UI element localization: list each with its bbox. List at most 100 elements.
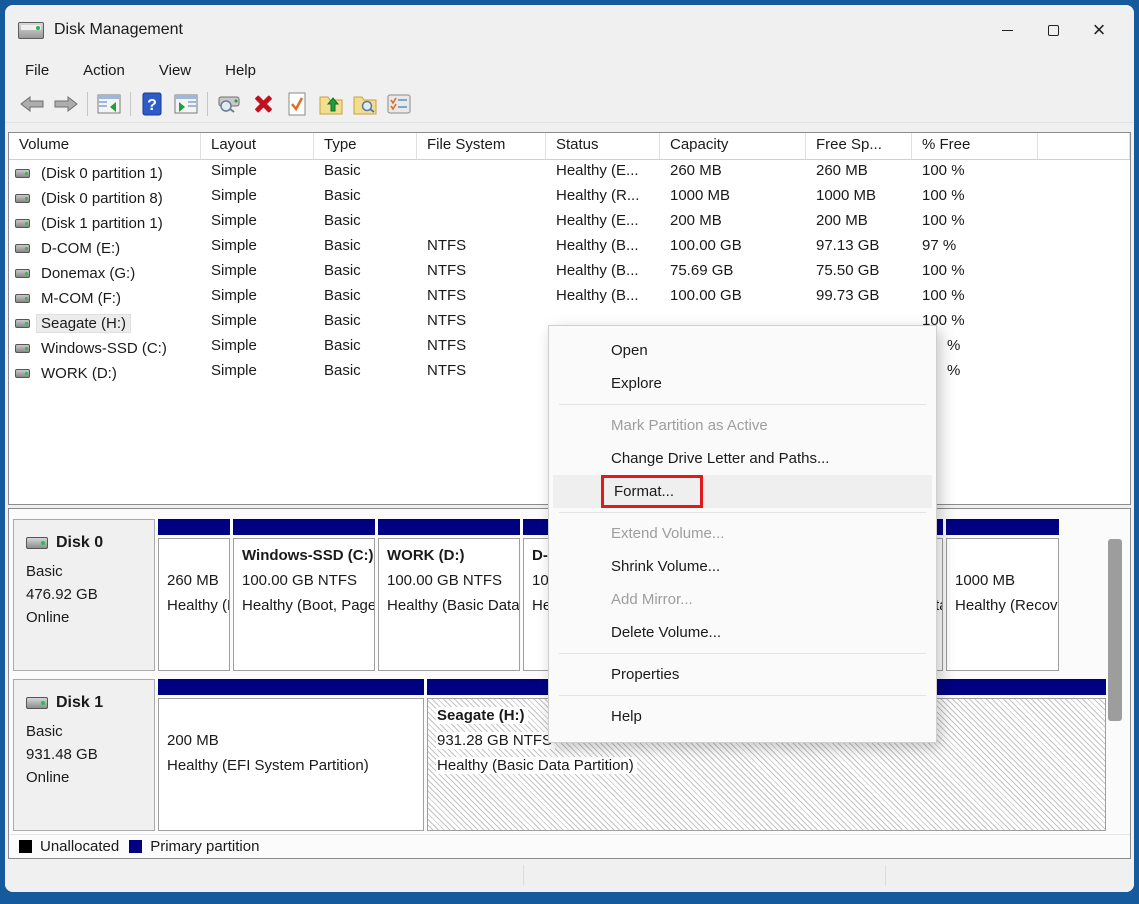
- volume-name: (Disk 0 partition 8): [41, 190, 163, 207]
- menu-help[interactable]: Help: [221, 60, 260, 81]
- disk-kind: Basic: [26, 563, 63, 580]
- menu-item-format[interactable]: Format...: [553, 475, 932, 508]
- volume-name: (Disk 1 partition 1): [41, 215, 163, 232]
- menu-file[interactable]: File: [21, 60, 53, 81]
- action-pane-window-icon[interactable]: [169, 89, 203, 119]
- partition-color-bar: [158, 679, 424, 695]
- partition-block[interactable]: Windows-SSD (C:) 100.00 GB NTFS Healthy …: [233, 519, 375, 671]
- help-icon[interactable]: ?: [135, 89, 169, 119]
- volume-name: D-COM (E:): [41, 240, 121, 257]
- forward-arrow-icon[interactable]: [49, 89, 83, 119]
- vertical-scrollbar-thumb[interactable]: [1108, 539, 1122, 721]
- legend-item: Unallocated: [19, 838, 119, 855]
- minimize-icon: [1001, 29, 1013, 31]
- partition-block[interactable]: 1000 MB Healthy (Recovery Partition): [946, 519, 1059, 671]
- volume-disk-icon: [15, 194, 30, 203]
- table-row[interactable]: (Disk 1 partition 1) Simple Basic Health…: [9, 210, 1130, 235]
- volume-disk-icon: [15, 269, 30, 278]
- column-header[interactable]: Free Sp...: [806, 133, 912, 159]
- disk-size: 476.92 GB: [26, 586, 98, 603]
- volume-disk-icon: [15, 219, 30, 228]
- partition-block[interactable]: WORK (D:) 100.00 GB NTFS Healthy (Basic …: [378, 519, 520, 671]
- partition-status: Healthy (EFI System Partition): [167, 597, 229, 614]
- toolbar-separator: [87, 91, 88, 116]
- partition-block[interactable]: 260 MB Healthy (EFI System Partition): [158, 519, 230, 671]
- partition-block[interactable]: 200 MB Healthy (EFI System Partition): [158, 679, 424, 831]
- red-highlight-box: Format...: [601, 475, 704, 508]
- folder-search-icon[interactable]: [348, 89, 382, 119]
- column-header[interactable]: Status: [546, 133, 660, 159]
- disk-kind: Basic: [26, 723, 63, 740]
- disk-state: Online: [26, 609, 70, 626]
- menu-item-open[interactable]: Open: [553, 334, 932, 367]
- menu-action[interactable]: Action: [79, 60, 129, 81]
- maximize-button[interactable]: [1030, 10, 1076, 50]
- table-row[interactable]: Donemax (G:) Simple Basic NTFS Healthy (…: [9, 260, 1130, 285]
- folder-upload-icon[interactable]: [314, 89, 348, 119]
- legend-item: Primary partition: [129, 838, 259, 855]
- table-row[interactable]: D-COM (E:) Simple Basic NTFS Healthy (B.…: [9, 235, 1130, 260]
- minimize-button[interactable]: [984, 10, 1030, 50]
- volume-disk-icon: [15, 344, 30, 353]
- column-header[interactable]: % Free: [912, 133, 1038, 159]
- volume-name: Donemax (G:): [41, 265, 136, 282]
- menu-item-extend-volume: Extend Volume...: [611, 525, 725, 542]
- menu-item-change-drive-letter-and-paths[interactable]: Change Drive Letter and Paths...: [553, 442, 932, 475]
- disk-label-box[interactable]: Disk 0 Basic 476.92 GB Online: [13, 519, 155, 671]
- volume-name: Windows-SSD (C:): [41, 340, 167, 357]
- column-header[interactable]: Layout: [201, 133, 314, 159]
- table-row[interactable]: M-COM (F:) Simple Basic NTFS Healthy (B.…: [9, 285, 1130, 310]
- disk-name: Disk 0: [56, 534, 104, 551]
- menu-item-explore[interactable]: Explore: [553, 367, 932, 400]
- column-header[interactable]: Volume: [9, 133, 201, 159]
- drive-search-icon[interactable]: [212, 89, 246, 119]
- volume-disk-icon: [15, 169, 30, 178]
- column-header[interactable]: Type: [314, 133, 417, 159]
- disk-label-box[interactable]: Disk 1 Basic 931.48 GB Online: [13, 679, 155, 831]
- menu-view[interactable]: View: [155, 60, 195, 81]
- toolbar-separator: [130, 91, 131, 116]
- volume-name: Seagate (H:): [35, 314, 132, 333]
- menu-item-delete-volume[interactable]: Delete Volume...: [553, 616, 932, 649]
- partition-status: Healthy (Recovery Partition): [955, 597, 1058, 614]
- table-row[interactable]: (Disk 0 partition 8) Simple Basic Health…: [9, 185, 1130, 210]
- volume-name: M-COM (F:): [41, 290, 121, 307]
- statusbar-divider: [523, 865, 524, 886]
- checklist-icon[interactable]: [382, 89, 416, 119]
- disk-icon: [26, 537, 48, 549]
- console-tree-window-icon[interactable]: [92, 89, 126, 119]
- column-header[interactable]: Capacity: [660, 133, 806, 159]
- partition-status: Healthy (Basic Data Partition): [387, 597, 519, 614]
- partition-color-bar: [233, 519, 375, 535]
- column-header[interactable]: File System: [417, 133, 546, 159]
- partition-name: WORK (D:): [387, 547, 465, 564]
- menu-bar: File Action View Help: [5, 55, 1134, 85]
- maximize-icon: [1047, 24, 1059, 36]
- partition-color-bar: [158, 519, 230, 535]
- partition-size: 1000 MB: [955, 572, 1016, 589]
- menu-separator: [559, 404, 926, 405]
- volume-disk-icon: [15, 244, 30, 253]
- column-header[interactable]: [1038, 133, 1130, 159]
- close-button[interactable]: ×: [1076, 10, 1122, 50]
- menu-item-help[interactable]: Help: [553, 700, 932, 733]
- disk-name: Disk 1: [56, 694, 104, 711]
- partition-status: Healthy (EFI System Partition): [167, 757, 369, 774]
- svg-text:?: ?: [147, 97, 157, 114]
- volume-table-header: Volume Layout Type File System Status Capacit…: [9, 133, 1130, 160]
- back-arrow-icon[interactable]: [15, 89, 49, 119]
- menu-item-shrink-volume[interactable]: Shrink Volume...: [553, 550, 932, 583]
- toolbar: ?: [5, 85, 1134, 123]
- volume-disk-icon: [15, 294, 30, 303]
- legend-swatch: [19, 840, 32, 853]
- table-row[interactable]: (Disk 0 partition 1) Simple Basic Health…: [9, 160, 1130, 185]
- legend-swatch: [129, 840, 143, 853]
- volume-disk-icon: [15, 369, 30, 378]
- partition-status: Healthy (Boot, Page File, Crash Dump, Ba…: [242, 597, 374, 614]
- partition-size: 100.00 GB NTFS: [242, 572, 358, 589]
- menu-item-properties[interactable]: Properties: [553, 658, 932, 691]
- document-check-icon[interactable]: [280, 89, 314, 119]
- delete-x-icon[interactable]: [246, 89, 280, 119]
- app-disk-icon: [18, 21, 44, 39]
- window-title: Disk Management: [54, 21, 183, 38]
